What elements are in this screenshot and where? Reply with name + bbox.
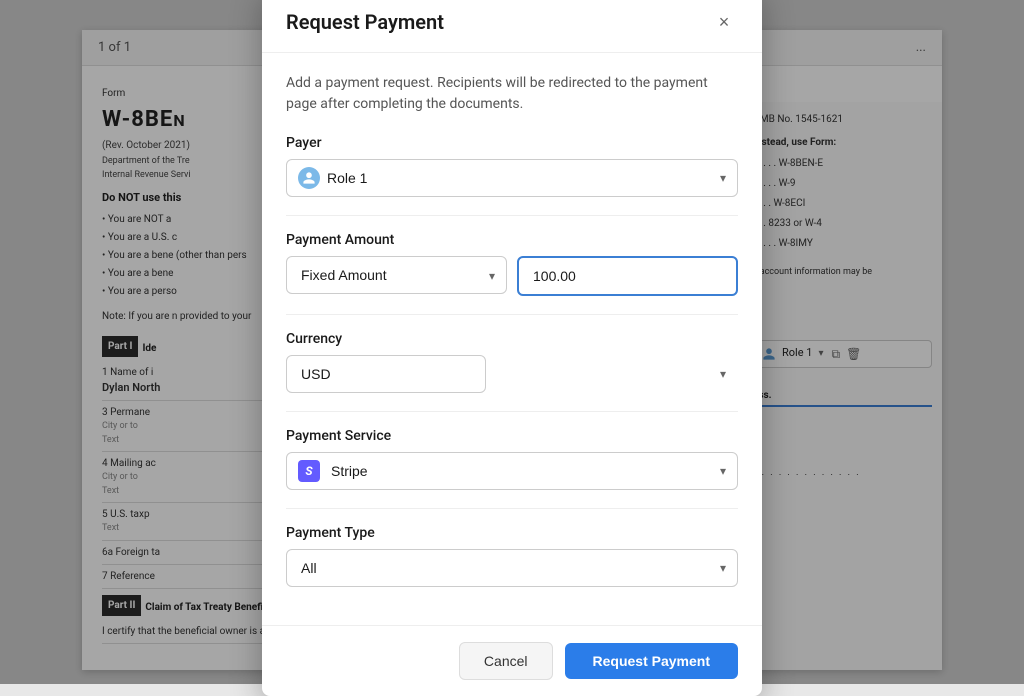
payer-label: Payer [286,135,738,151]
request-payment-button[interactable]: Request Payment [565,643,738,679]
payer-field-group: Payer Role 1 ▾ [286,135,738,197]
payment-type-filter-select[interactable]: All One-time Recurring [286,549,738,587]
payer-select[interactable]: Role 1 [286,159,738,197]
request-payment-modal: Request Payment × Add a payment request.… [262,0,762,696]
payment-type-label: Payment Type [286,525,738,541]
amount-input[interactable] [517,256,738,296]
currency-select-wrapper: USD EUR GBP CAD ▾ [286,355,738,393]
section-divider-4 [286,508,738,509]
modal-body: Add a payment request. Recipients will b… [262,53,762,625]
amount-input-wrapper [517,256,738,296]
section-divider-3 [286,411,738,412]
modal-title: Request Payment [286,10,444,34]
modal-description: Add a payment request. Recipients will b… [286,73,738,115]
payment-service-select[interactable]: Stripe PayPal [286,452,738,490]
currency-label: Currency [286,331,738,347]
modal-close-button[interactable]: × [710,8,738,36]
payment-service-label: Payment Service [286,428,738,444]
cancel-button[interactable]: Cancel [459,642,553,680]
payment-type-filter-wrapper: All One-time Recurring ▾ [286,549,738,587]
modal-footer: Cancel Request Payment [262,625,762,696]
payment-amount-label: Payment Amount [286,232,738,248]
modal-header: Request Payment × [262,0,762,53]
payment-service-group: Payment Service S Stripe PayPal ▾ [286,428,738,490]
payment-type-select[interactable]: Fixed Amount Variable Amount [286,256,507,294]
currency-chevron-icon: ▾ [720,367,726,381]
currency-field-group: Currency USD EUR GBP CAD ▾ [286,331,738,393]
payment-type-select-wrapper: Fixed Amount Variable Amount ▾ [286,256,507,296]
currency-select[interactable]: USD EUR GBP CAD [286,355,486,393]
payer-select-wrapper: Role 1 ▾ [286,159,738,197]
section-divider-1 [286,215,738,216]
stripe-select-wrapper: S Stripe PayPal ▾ [286,452,738,490]
payment-amount-group: Payment Amount Fixed Amount Variable Amo… [286,232,738,296]
section-divider-2 [286,314,738,315]
payment-type-group: Payment Type All One-time Recurring ▾ [286,525,738,587]
payment-amount-row: Fixed Amount Variable Amount ▾ [286,256,738,296]
